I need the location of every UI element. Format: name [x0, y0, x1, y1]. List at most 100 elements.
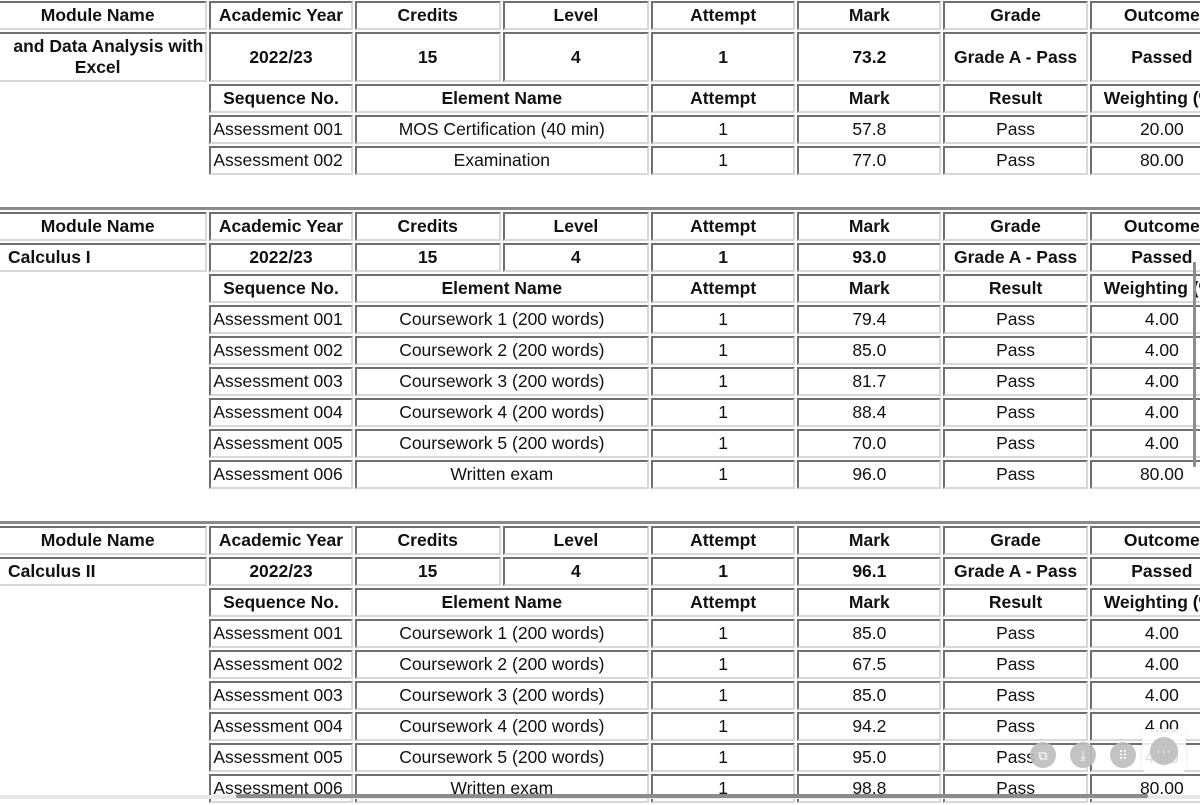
grid-icon[interactable]: ⠿ — [1110, 742, 1136, 768]
module-block: Module Name Academic Year Credits Level Atte… — [0, 0, 1200, 177]
results-page: Module Name Academic Year Credits Level Atte… — [0, 0, 1200, 805]
element-sequence-no: Assessment 002 — [209, 146, 353, 175]
more-options-button[interactable]: ··· — [1142, 729, 1186, 773]
module-name: and Data Analysis with Excel — [0, 32, 208, 82]
spacer-cell — [0, 398, 207, 427]
element-attempt: 1 — [651, 398, 796, 427]
element-sequence-no: Assessment 005 — [209, 429, 353, 458]
element-name: Coursework 3 (200 words) — [354, 681, 650, 710]
element-result: Pass — [943, 305, 1088, 334]
element-row: Assessment 001 MOS Certification (40 min)… — [0, 115, 1200, 144]
header-credits: Credits — [354, 1, 501, 30]
module-name: Calculus II — [0, 557, 208, 586]
module-summary-row: Calculus II 2022/23 15 4 1 96.1 Grade A - Pass… — [0, 557, 1200, 586]
element-mark: 96.0 — [797, 460, 942, 489]
element-mark: 79.4 — [797, 305, 942, 334]
element-result: Pass — [943, 146, 1088, 175]
element-sequence-no: Assessment 006 — [209, 460, 353, 489]
header-attempt: Attempt — [651, 526, 796, 555]
module-block: Module Name Academic Year Credits Level Atte… — [0, 521, 1200, 805]
element-row: Assessment 003 Coursework 3 (200 words) 1 8… — [0, 681, 1200, 710]
element-row: Assessment 004 Coursework 4 (200 words) 1 9… — [0, 712, 1200, 741]
element-row: Assessment 002 Coursework 2 (200 words) 1 6… — [0, 650, 1200, 679]
header-module-name: Module Name — [0, 1, 208, 30]
spacer-cell — [0, 146, 207, 175]
element-sequence-no: Assessment 005 — [209, 743, 353, 772]
header-element-attempt: Attempt — [651, 588, 796, 617]
download-icon[interactable]: ⤓ — [1070, 742, 1096, 768]
header-mark: Mark — [797, 526, 942, 555]
header-element-attempt: Attempt — [651, 274, 796, 303]
element-sequence-no: Assessment 004 — [209, 712, 353, 741]
header-element-mark: Mark — [797, 84, 942, 113]
module-table: Module Name Academic Year Credits Level Atte… — [0, 0, 1200, 177]
element-sequence-no: Assessment 003 — [209, 681, 353, 710]
module-results-list: Module Name Academic Year Credits Level Atte… — [0, 0, 1200, 805]
header-sequence-no: Sequence No. — [209, 274, 353, 303]
element-header-row: Sequence No. Element Name Attempt Mark Resul… — [0, 274, 1200, 303]
element-sequence-no: Assessment 001 — [209, 619, 353, 648]
element-weighting: 4.00 — [1089, 619, 1200, 648]
header-element-mark: Mark — [797, 274, 942, 303]
header-sequence-no: Sequence No. — [209, 588, 353, 617]
module-grade: Grade A - Pass — [943, 243, 1088, 272]
module-table: Module Name Academic Year Credits Level Atte… — [0, 207, 1200, 491]
module-academic-year: 2022/23 — [209, 557, 353, 586]
vertical-scrollbar[interactable] — [1193, 262, 1196, 467]
element-name: Coursework 2 (200 words) — [354, 336, 650, 365]
element-mark: 94.2 — [797, 712, 942, 741]
element-attempt: 1 — [651, 336, 796, 365]
more-options-icon[interactable]: ··· — [1150, 737, 1178, 765]
header-level: Level — [502, 1, 650, 30]
spacer-cell — [0, 588, 207, 617]
element-header-row: Sequence No. Element Name Attempt Mark Resul… — [0, 84, 1200, 113]
module-academic-year: 2022/23 — [209, 243, 353, 272]
module-grade: Grade A - Pass — [943, 557, 1088, 586]
element-mark: 70.0 — [797, 429, 942, 458]
header-credits: Credits — [354, 526, 501, 555]
element-weighting: 4.00 — [1089, 305, 1200, 334]
module-outcome: Passed — [1089, 557, 1200, 586]
module-spacer — [0, 177, 1200, 207]
module-name: Calculus I — [0, 243, 208, 272]
header-element-name: Element Name — [354, 588, 650, 617]
module-table: Module Name Academic Year Credits Level Atte… — [0, 521, 1200, 805]
element-attempt: 1 — [651, 115, 796, 144]
element-attempt: 1 — [651, 460, 796, 489]
module-header-row: Module Name Academic Year Credits Level Atte… — [0, 212, 1200, 241]
element-mark: 67.5 — [797, 650, 942, 679]
spacer-cell — [0, 619, 207, 648]
header-weighting: Weighting (%) — [1089, 588, 1200, 617]
module-name-line-1: and Data Analysis with — [13, 36, 204, 56]
element-sequence-no: Assessment 001 — [209, 115, 353, 144]
horizontal-scrollbar-thumb[interactable] — [236, 794, 1148, 798]
element-attempt: 1 — [651, 650, 796, 679]
element-sequence-no: Assessment 002 — [209, 336, 353, 365]
module-header-row: Module Name Academic Year Credits Level Atte… — [0, 526, 1200, 555]
element-row: Assessment 004 Coursework 4 (200 words) 1 8… — [0, 398, 1200, 427]
element-name: Coursework 3 (200 words) — [354, 367, 650, 396]
module-credits: 15 — [354, 32, 501, 82]
header-weighting: Weighting (%) — [1089, 84, 1200, 113]
module-academic-year: 2022/23 — [209, 32, 353, 82]
header-academic-year: Academic Year — [209, 526, 353, 555]
header-sequence-no: Sequence No. — [209, 84, 353, 113]
header-module-name: Module Name — [0, 212, 208, 241]
header-academic-year: Academic Year — [209, 212, 353, 241]
element-mark: 57.8 — [797, 115, 942, 144]
element-row: Assessment 002 Coursework 2 (200 words) 1 8… — [0, 336, 1200, 365]
open-external-icon[interactable]: ⧉ — [1030, 742, 1056, 768]
element-name: Coursework 2 (200 words) — [354, 650, 650, 679]
element-result: Pass — [943, 336, 1088, 365]
module-summary-row: Calculus I 2022/23 15 4 1 93.0 Grade A - Pass P… — [0, 243, 1200, 272]
module-level: 4 — [502, 243, 650, 272]
element-result: Pass — [943, 429, 1088, 458]
element-weighting: 4.00 — [1089, 681, 1200, 710]
element-name: Written exam — [354, 460, 650, 489]
element-mark: 85.0 — [797, 336, 942, 365]
element-row: Assessment 005 Coursework 5 (200 words) 1 9… — [0, 743, 1200, 772]
floating-toolbar: ⧉ ⤓ ⠿ — [1030, 735, 1136, 775]
element-result: Pass — [943, 398, 1088, 427]
element-sequence-no: Assessment 002 — [209, 650, 353, 679]
module-attempt: 1 — [651, 32, 796, 82]
